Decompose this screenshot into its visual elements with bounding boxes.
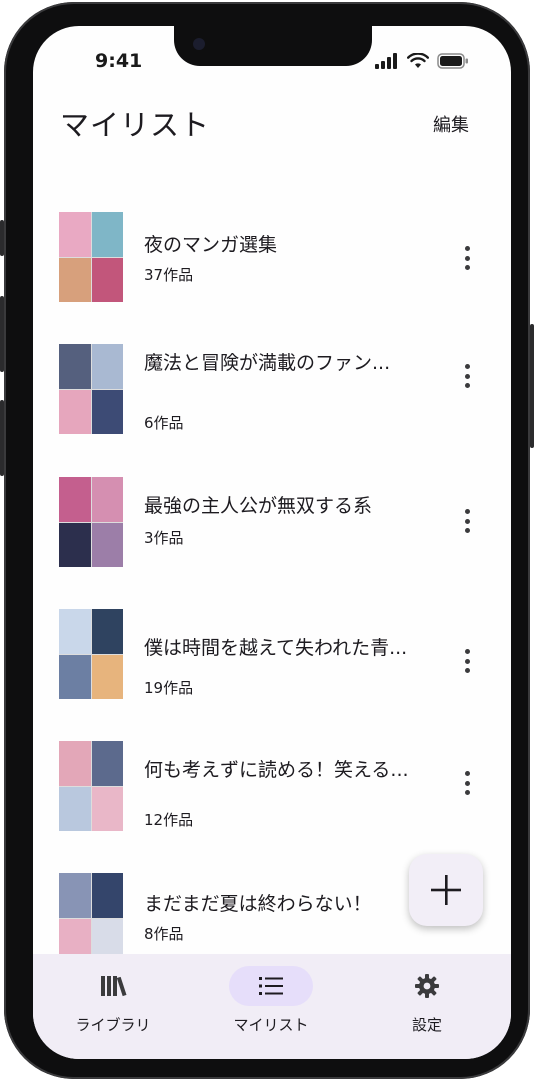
cover-thumbnail — [59, 741, 123, 831]
add-list-button[interactable] — [409, 854, 483, 926]
list-item[interactable]: 僕は時間を越えて失われた青... 19作品 — [33, 607, 511, 703]
cellular-signal-icon — [375, 53, 397, 69]
phone-frame: 9:41 マイリスト 編集 夜のマンガ選集 37作品 魔法と冒険が満載のファン.… — [0, 2, 534, 1079]
more-options-icon[interactable] — [457, 507, 477, 535]
volume-up-button — [0, 296, 4, 372]
list-title: 最強の主人公が無双する系 — [144, 495, 373, 517]
nav-label: ライブラリ — [75, 1016, 151, 1034]
more-options-icon[interactable] — [457, 769, 477, 797]
cover-thumbnail — [59, 344, 123, 434]
wifi-icon — [407, 53, 429, 68]
nav-item-settings[interactable]: 設定 — [367, 966, 487, 1035]
list-count: 8作品 — [144, 925, 184, 943]
bottom-navigation: ライブラリ マイリスト 設定 — [33, 954, 511, 1059]
more-options-icon[interactable] — [457, 647, 477, 675]
battery-icon — [437, 53, 468, 69]
nav-pill-active — [229, 966, 313, 1006]
gear-icon — [415, 974, 439, 998]
cover-thumbnail — [59, 873, 123, 963]
list-count: 6作品 — [144, 414, 184, 432]
list-item[interactable]: 魔法と冒険が満載のファン... 6作品 — [33, 342, 511, 438]
library-icon — [101, 976, 127, 997]
nav-item-mylist[interactable]: マイリスト — [211, 966, 331, 1035]
list-title: 夜のマンガ選集 — [144, 234, 278, 256]
nav-label: マイリスト — [233, 1016, 309, 1034]
volume-down-button — [0, 400, 4, 476]
nav-pill — [71, 966, 155, 1006]
cover-thumbnail — [59, 609, 123, 699]
list-count: 3作品 — [144, 529, 184, 547]
status-icons — [375, 53, 469, 69]
nav-label: 設定 — [411, 1016, 442, 1034]
list-icon — [259, 977, 283, 995]
nav-pill — [385, 966, 469, 1006]
list-item[interactable]: 最強の主人公が無双する系 3作品 — [33, 475, 511, 571]
list-title: 僕は時間を越えて失われた青... — [144, 637, 408, 659]
cover-thumbnail — [59, 477, 123, 567]
list-item[interactable]: 何も考えずに読める！笑える... 12作品 — [33, 739, 511, 835]
page-title: マイリスト — [60, 108, 211, 142]
list-title: 魔法と冒険が満載のファン... — [144, 352, 391, 374]
more-options-icon[interactable] — [457, 362, 477, 390]
list-item[interactable]: 夜のマンガ選集 37作品 — [33, 210, 511, 306]
mute-switch — [0, 220, 4, 256]
screen: 9:41 マイリスト 編集 夜のマンガ選集 37作品 魔法と冒険が満載のファン.… — [33, 26, 511, 1059]
list-title: まだまだ夏は終わらない！ — [144, 893, 372, 915]
cover-thumbnail — [59, 212, 123, 302]
status-time: 9:41 — [95, 50, 143, 72]
list-title: 何も考えずに読める！笑える... — [144, 759, 409, 781]
list-count: 12作品 — [144, 811, 194, 829]
more-options-icon[interactable] — [457, 244, 477, 272]
camera — [193, 38, 205, 50]
plus-icon — [431, 875, 461, 905]
nav-item-library[interactable]: ライブラリ — [53, 966, 173, 1035]
power-button — [530, 324, 534, 448]
list-count: 37作品 — [144, 266, 194, 284]
edit-button[interactable]: 編集 — [433, 111, 469, 137]
list-count: 19作品 — [144, 679, 194, 697]
